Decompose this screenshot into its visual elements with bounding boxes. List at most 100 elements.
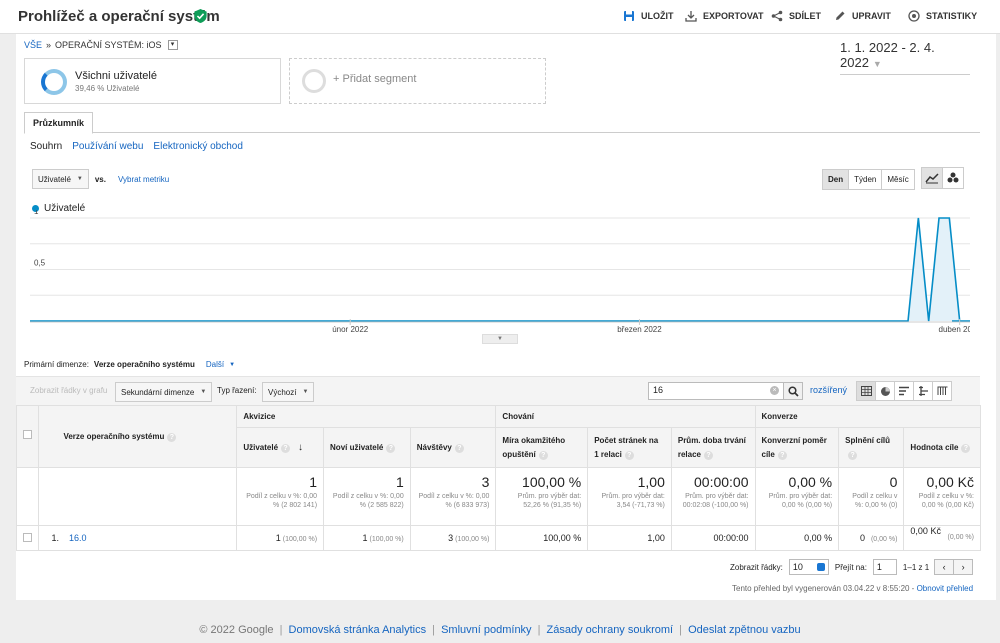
y-tick-label: 1 [34,210,39,216]
chevron-down-icon: ▼ [76,176,83,182]
segment-ring-icon [41,69,67,95]
col-avg-duration[interactable]: Prům. doba trvání relace? [670,427,756,468]
metric-select[interactable]: Uživatelé ▼ [32,169,89,189]
tab-explorer[interactable]: Průzkumník [24,112,94,134]
next-page-button[interactable]: › [953,559,974,575]
subtab-site-usage[interactable]: Používání webu [72,141,143,152]
dim-column-header[interactable]: Verze operačního systému? [38,405,238,468]
col-pages-per-session[interactable]: Počet stránek na 1 relaci? [587,427,672,468]
help-icon[interactable]: ? [386,443,396,453]
advanced-filter-link[interactable]: rozšířený [810,385,847,395]
footer-separator: | [432,624,436,636]
help-icon[interactable]: ? [704,450,713,460]
share-button[interactable]: SDÍLET [771,10,821,22]
col-bounce-rate[interactable]: Míra okamžitého opuštění? [495,427,589,468]
row-checkbox[interactable] [23,532,33,542]
col-goal-value[interactable]: Hodnota cíle? [903,427,981,468]
totals-row: 1 Podíl z celku v %: 0,00 % (2 802 141) 1… [15,467,981,526]
col-goal-completions[interactable]: Splnění cílů? [838,427,905,468]
period-day[interactable]: Den [822,169,850,190]
more-dimensions-link[interactable]: Další [206,360,224,369]
total-note: Podíl z celku v %: 0,00 % (0) [852,493,898,509]
period-week[interactable]: Týden [848,169,883,190]
footer-link-analytics-home[interactable]: Domovská stránka Analytics [289,624,427,636]
footer-separator: | [679,624,683,636]
comparison-view-icon[interactable] [913,381,933,401]
col-sessions[interactable]: Návštěvy? [409,427,497,468]
total-value: 100,00 % [522,474,582,490]
breadcrumb-separator: » [46,40,52,50]
secondary-dimension-select[interactable]: Sekundární dimenze ▼ [115,382,213,402]
help-icon[interactable]: ? [281,443,291,453]
help-icon[interactable]: ? [538,450,548,460]
pivot-view-icon[interactable] [932,381,952,401]
total-value: 3 [481,474,490,490]
segment-title: Všichni uživatelé [75,70,157,82]
sort-type-select[interactable]: Výchozí ▼ [262,382,315,402]
share-label: SDÍLET [789,11,822,21]
goto-page-input[interactable]: 1 [872,559,897,575]
x-tick-label: březen 2022 [617,325,662,334]
clear-search-icon[interactable]: × [770,386,779,395]
footer-link-privacy[interactable]: Zásady ochrany soukromí [547,624,674,636]
footer-link-terms[interactable]: Smluvní podmínky [441,624,531,636]
help-icon[interactable]: ? [167,432,177,442]
help-icon[interactable]: ? [777,450,787,460]
row-users-value: 1 [275,533,281,543]
row-sessions-value: 3 [448,533,454,543]
col-users[interactable]: Uživatelé? ↓ [236,427,325,468]
subtab-bar: Souhrn Používání webu Elektronický obcho… [30,141,243,152]
select-all-checkbox[interactable] [23,429,33,439]
edit-button[interactable]: UPRAVIT [834,10,891,22]
help-icon[interactable]: ? [961,443,971,453]
primary-dimension-row: Primární dimenze: Verze operačního systé… [24,360,235,369]
secondary-dimension-label: Sekundární dimenze [121,387,195,397]
prev-page-button[interactable]: ‹ [934,559,955,575]
pie-view-icon[interactable] [875,381,895,401]
help-icon[interactable]: ? [624,450,634,460]
total-new-users: 1 Podíl z celku v %: 0,00 % (2 585 822) [323,467,411,526]
breadcrumb-dropdown-icon[interactable]: ▾ [167,40,178,50]
date-range-picker[interactable]: 1. 1. 2022 - 2. 4. 2022 ▼ [840,40,970,75]
total-goal-completions: 0 Podíl z celku v %: 0,00 % (0) [838,467,905,526]
footer-link-feedback[interactable]: Odeslat zpětnou vazbu [688,624,801,636]
row-os-version-link[interactable]: 16.0 [69,533,87,543]
data-table: Verze operačního systému? Akvizice Chová… [15,405,981,551]
performance-view-icon[interactable] [894,381,914,401]
add-segment-button[interactable]: + Přidat segment [289,58,546,104]
dim-column-label: Verze operačního systému [63,431,165,441]
subtab-summary[interactable]: Souhrn [30,141,62,152]
segment-all-users[interactable]: Všichni uživatelé 39,46 % Uživatelé [24,58,281,104]
generated-text: Tento přehled byl vygenerován 03.04.22 v… [732,584,917,593]
col-conversion-rate[interactable]: Konverzní poměr cíle? [754,427,840,468]
line-chart-icon[interactable] [921,167,943,189]
footer-separator: | [279,624,283,636]
plot-rows-button[interactable]: Zobrazit řádky v grafu [30,386,107,395]
row-goal-value-value: 0,00 Kč [910,526,941,536]
insights-label: STATISTIKY [926,11,978,21]
primary-dimension-value: Verze operačního systému [93,360,195,369]
motion-chart-icon[interactable] [942,167,964,189]
data-table-view-icon[interactable] [856,381,876,401]
select-metric-link[interactable]: Vybrat metriku [118,175,169,184]
export-button[interactable]: EXPORTOVAT [685,10,764,22]
chart-collapse-handle[interactable]: ▼ [482,334,518,344]
help-icon[interactable]: ? [454,443,464,453]
rows-per-page-select[interactable]: 10 [788,559,829,575]
table-search-input[interactable]: 16 × [648,382,784,400]
col-new-users-label: Noví uživatelé [330,442,384,452]
breadcrumb-all[interactable]: VŠE [24,40,42,50]
col-new-users[interactable]: Noví uživatelé? [323,427,411,468]
table-view-switch [856,381,952,401]
search-button[interactable] [783,382,803,400]
total-pages-per-session: 1,00 Prům. pro výběr dat: 3,54 (-71,73 %) [587,467,672,526]
add-segment-label: + Přidat segment [333,73,417,85]
total-sessions: 3 Podíl z celku v %: 0,00 % (6 833 973) [409,467,497,526]
subtab-ecommerce[interactable]: Elektronický obchod [153,141,243,152]
save-button[interactable]: ULOŽIT [623,10,674,22]
insights-button[interactable]: STATISTIKY [908,10,977,22]
help-icon[interactable]: ? [848,450,858,460]
verified-shield-icon [194,9,207,23]
period-month[interactable]: Měsíc [881,169,915,190]
refresh-report-link[interactable]: Obnovit přehled [917,584,973,593]
